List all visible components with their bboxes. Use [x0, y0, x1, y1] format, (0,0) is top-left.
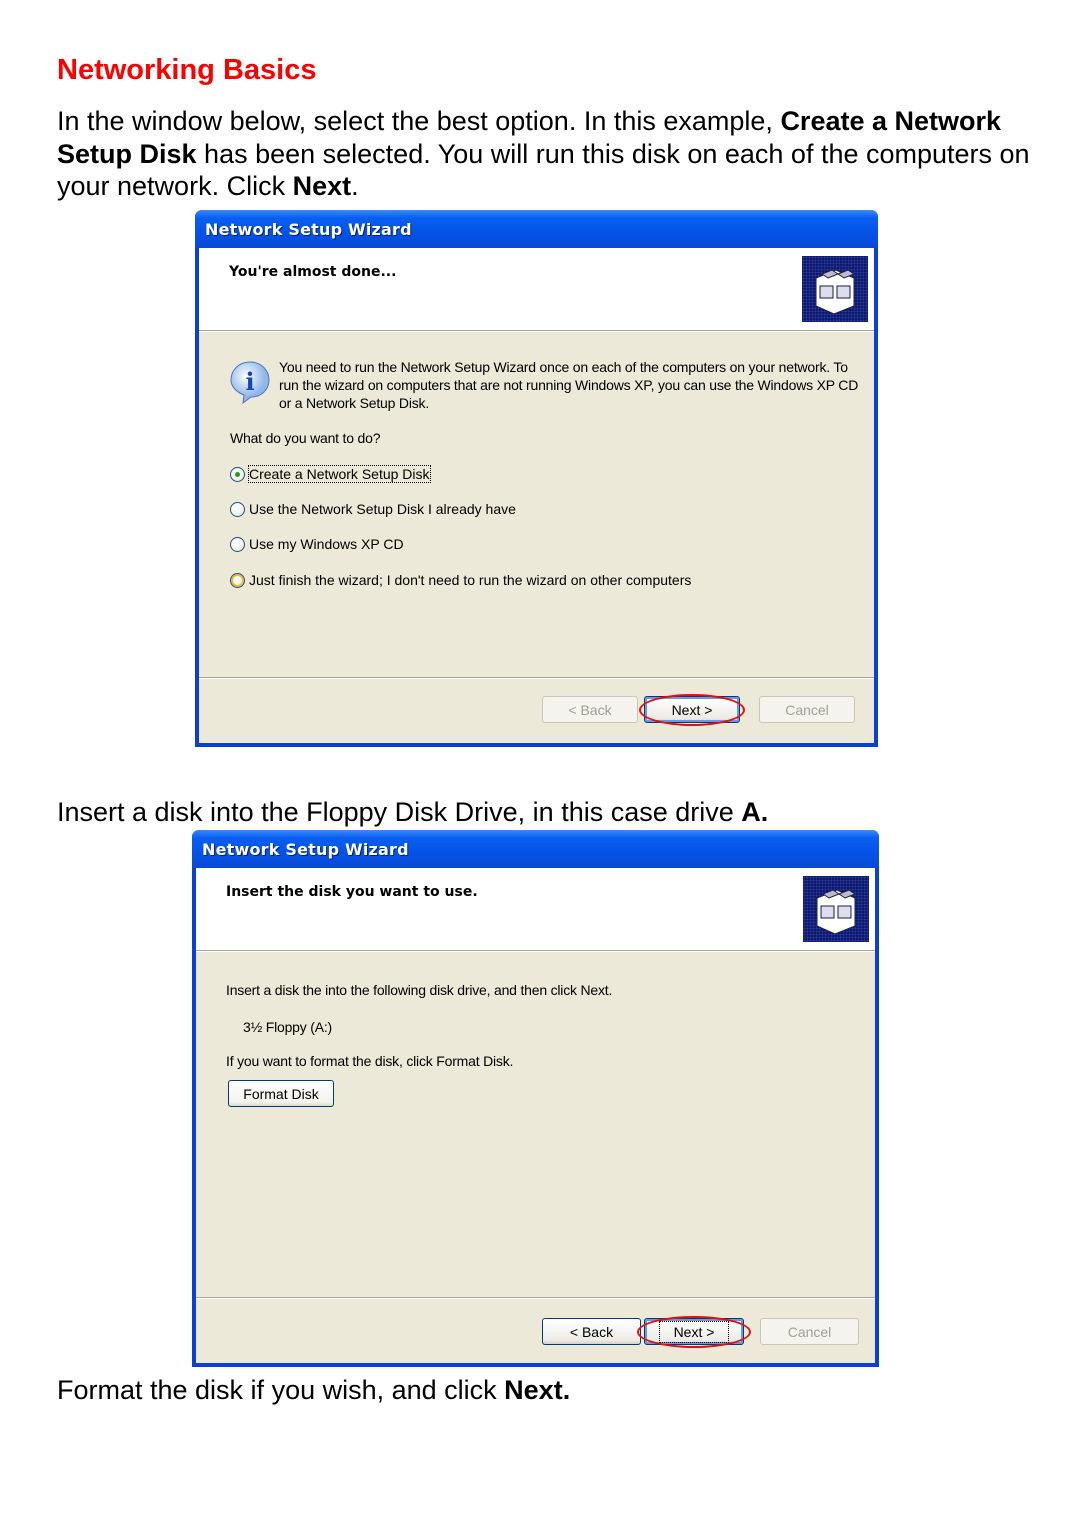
info-icon: i: [229, 360, 271, 405]
button-label: < Back: [569, 1323, 614, 1340]
radio-button[interactable]: [230, 501, 245, 517]
wizard-step-title: Insert the disk you want to use.: [226, 884, 478, 900]
radio-create-network-setup-disk[interactable]: Create a Network Setup Disk: [230, 465, 431, 483]
network-computers-icon: [803, 876, 869, 942]
radio-button[interactable]: [230, 536, 245, 552]
wizard-header: You're almost done...: [199, 248, 874, 331]
radio-just-finish[interactable]: Just finish the wizard; I don't need to …: [230, 572, 691, 588]
back-button[interactable]: < Back: [542, 696, 638, 723]
radio-use-windows-xp-cd[interactable]: Use my Windows XP CD: [230, 536, 404, 552]
button-label: Format Disk: [243, 1085, 319, 1102]
wizard-step-title: You're almost done...: [229, 264, 397, 280]
bold-next: Next.: [504, 1375, 571, 1405]
button-label: Next >: [671, 701, 713, 718]
question-label: What do you want to do?: [230, 430, 381, 446]
text: .: [351, 171, 359, 201]
bold-next: Next: [292, 171, 352, 201]
format-disk-button[interactable]: Format Disk: [228, 1080, 334, 1107]
wizard-client-area: You're almost done... i You need to run …: [199, 248, 874, 743]
text: Format the disk if you wish, and click: [57, 1375, 505, 1405]
title-bar[interactable]: Network Setup Wizard: [192, 830, 879, 868]
network-setup-wizard-window-2: Network Setup Wizard Insert the disk you…: [192, 830, 879, 1367]
instruction-paragraph-3: Format the disk if you wish, and click N…: [57, 1374, 1037, 1407]
radio-button[interactable]: [230, 572, 245, 588]
info-message: You need to run the Network Setup Wizard…: [279, 359, 859, 411]
button-label: Cancel: [785, 701, 829, 718]
radio-use-existing-disk[interactable]: Use the Network Setup Disk I already hav…: [230, 501, 516, 517]
network-setup-wizard-window-1: Network Setup Wizard You're almost done.…: [195, 210, 878, 747]
next-button[interactable]: Next >: [644, 696, 740, 723]
divider: [199, 677, 874, 678]
radio-button[interactable]: [230, 466, 245, 482]
button-label: Next >: [658, 1320, 730, 1343]
radio-label[interactable]: Use the Network Setup Disk I already hav…: [249, 501, 516, 517]
radio-label[interactable]: Just finish the wizard; I don't need to …: [249, 572, 691, 588]
radio-label[interactable]: Create a Network Setup Disk: [248, 465, 431, 483]
button-label: Cancel: [787, 1323, 832, 1340]
instruction-paragraph-1: In the window below, select the best opt…: [57, 105, 1037, 203]
text: Insert a disk into the Floppy Disk Drive…: [57, 797, 742, 827]
svg-text:i: i: [245, 367, 254, 396]
cancel-button[interactable]: Cancel: [759, 696, 855, 723]
title-bar[interactable]: Network Setup Wizard: [195, 210, 878, 248]
divider: [196, 1297, 875, 1298]
radio-label[interactable]: Use my Windows XP CD: [249, 536, 404, 552]
back-button[interactable]: < Back: [542, 1318, 641, 1345]
cancel-button[interactable]: Cancel: [760, 1318, 859, 1345]
next-button[interactable]: Next >: [644, 1318, 744, 1345]
window-title: Network Setup Wizard: [205, 219, 412, 239]
format-hint: If you want to format the disk, click Fo…: [226, 1053, 514, 1069]
bold-drive-letter: A.: [741, 797, 769, 827]
button-label: < Back: [568, 701, 612, 718]
wizard-header: Insert the disk you want to use.: [196, 868, 875, 951]
wizard-client-area: Insert the disk you want to use. Insert …: [196, 868, 875, 1363]
text: has been selected. You will run this dis…: [57, 138, 1030, 202]
window-title: Network Setup Wizard: [202, 839, 409, 859]
text: In the window below, select the best opt…: [57, 106, 781, 136]
drive-label: 3½ Floppy (A:): [243, 1019, 333, 1035]
network-computers-icon: [802, 256, 868, 322]
instruction-paragraph-2: Insert a disk into the Floppy Disk Drive…: [57, 796, 1037, 829]
page-heading: Networking Basics: [57, 54, 317, 86]
insert-disk-instruction: Insert a disk the into the following dis…: [226, 982, 613, 998]
